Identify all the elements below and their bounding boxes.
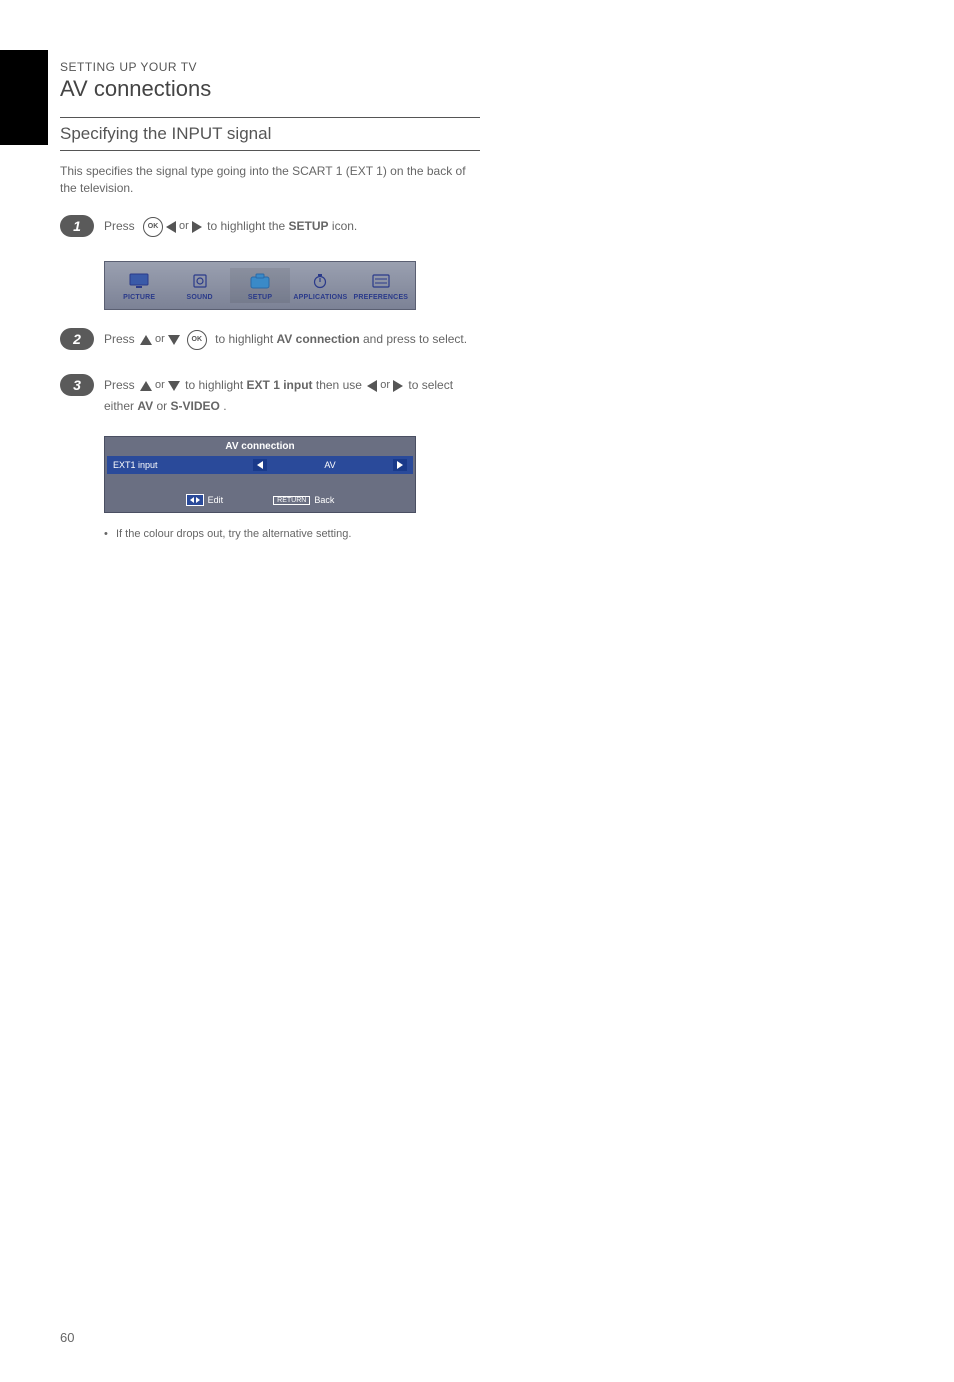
separator: or [155,378,165,393]
bullet: • [104,527,116,542]
separator: or [179,219,189,234]
step-number-3: 3 [60,374,94,396]
left-right-ok-icons: OK or [140,215,202,239]
step-number-1: 1 [60,215,94,237]
menu-item-preferences[interactable]: PREFERENCES [351,268,411,303]
arrow-left-icon [166,221,176,233]
edit-hint: Edit [186,494,224,506]
menu-item-picture[interactable]: PICTURE [109,268,169,303]
menu-item-setup[interactable]: SETUP [230,268,290,303]
separator: or [380,378,390,393]
step-3: 3 Press or to highlight EXT 1 input then… [60,374,480,415]
footnote: • If the colour drops out, try the alter… [104,527,416,542]
step-number-2: 2 [60,328,94,350]
menu-item-sound[interactable]: SOUND [169,268,229,303]
arrow-down-icon [168,335,180,345]
menu-label: PICTURE [110,294,168,301]
page-content: SETTING UP YOUR TV AV connections Specif… [60,60,480,543]
row-arrow-left[interactable] [253,459,267,471]
footnote-text: If the colour drops out, try the alterna… [116,527,416,542]
ok-icon: OK [143,217,163,237]
arrow-up-icon [140,381,152,391]
arrow-right-icon [192,221,202,233]
toolbox-icon [231,270,289,292]
page-number: 60 [60,1330,74,1345]
menu-label: PREFERENCES [352,294,410,301]
step-1-text: Press OK or to highlight the SETUP icon. [104,215,480,239]
av-panel-header: AV connection [105,437,415,456]
arrow-down-icon [168,381,180,391]
tv-menu-bar: PICTURE SOUND SETUP APPLICATIONS PREFERE… [104,261,416,310]
intro-text: This specifies the signal type going int… [60,163,480,197]
chapter-label: SETTING UP YOUR TV [60,60,480,74]
speaker-icon [170,270,228,292]
step-2: 2 Press or OK to highlight AV connection… [60,328,480,352]
av-panel-footer: Edit RETURN Back [105,490,415,512]
arrow-left-icon [367,380,377,392]
separator: or [155,332,165,347]
page-title: AV connections [60,76,480,102]
row-arrow-right[interactable] [393,459,407,471]
menu-label: APPLICATIONS [291,294,349,301]
menu-item-applications[interactable]: APPLICATIONS [290,268,350,303]
arrow-up-icon [140,335,152,345]
step-2-text: Press or OK to highlight AV connection a… [104,328,480,352]
av-row-value: AV [267,460,393,470]
up-down-icons: or OK [140,328,210,352]
up-down-icons: or [140,374,180,398]
timer-icon [291,270,349,292]
back-hint: RETURN Back [273,494,334,506]
step-3-text: Press or to highlight EXT 1 input then u… [104,374,480,415]
av-row-ext1[interactable]: EXT1 input AV [107,456,413,474]
menu-label: SETUP [231,294,289,301]
section-heading: Specifying the INPUT signal [60,117,480,151]
edit-icon [186,494,204,506]
return-icon: RETURN [273,496,310,505]
arrow-right-icon [393,380,403,392]
panel-spacer [107,476,413,490]
step-1: 1 Press OK or to highlight the SETUP ico… [60,215,480,239]
ok-icon: OK [187,330,207,350]
av-row-label: EXT1 input [113,460,253,470]
av-connection-panel: AV connection EXT1 input AV Edit RETURN … [104,436,416,513]
monitor-icon [110,270,168,292]
side-tab [0,50,48,145]
menu-label: SOUND [170,294,228,301]
left-right-icons: or [367,374,403,398]
preferences-icon [352,270,410,292]
